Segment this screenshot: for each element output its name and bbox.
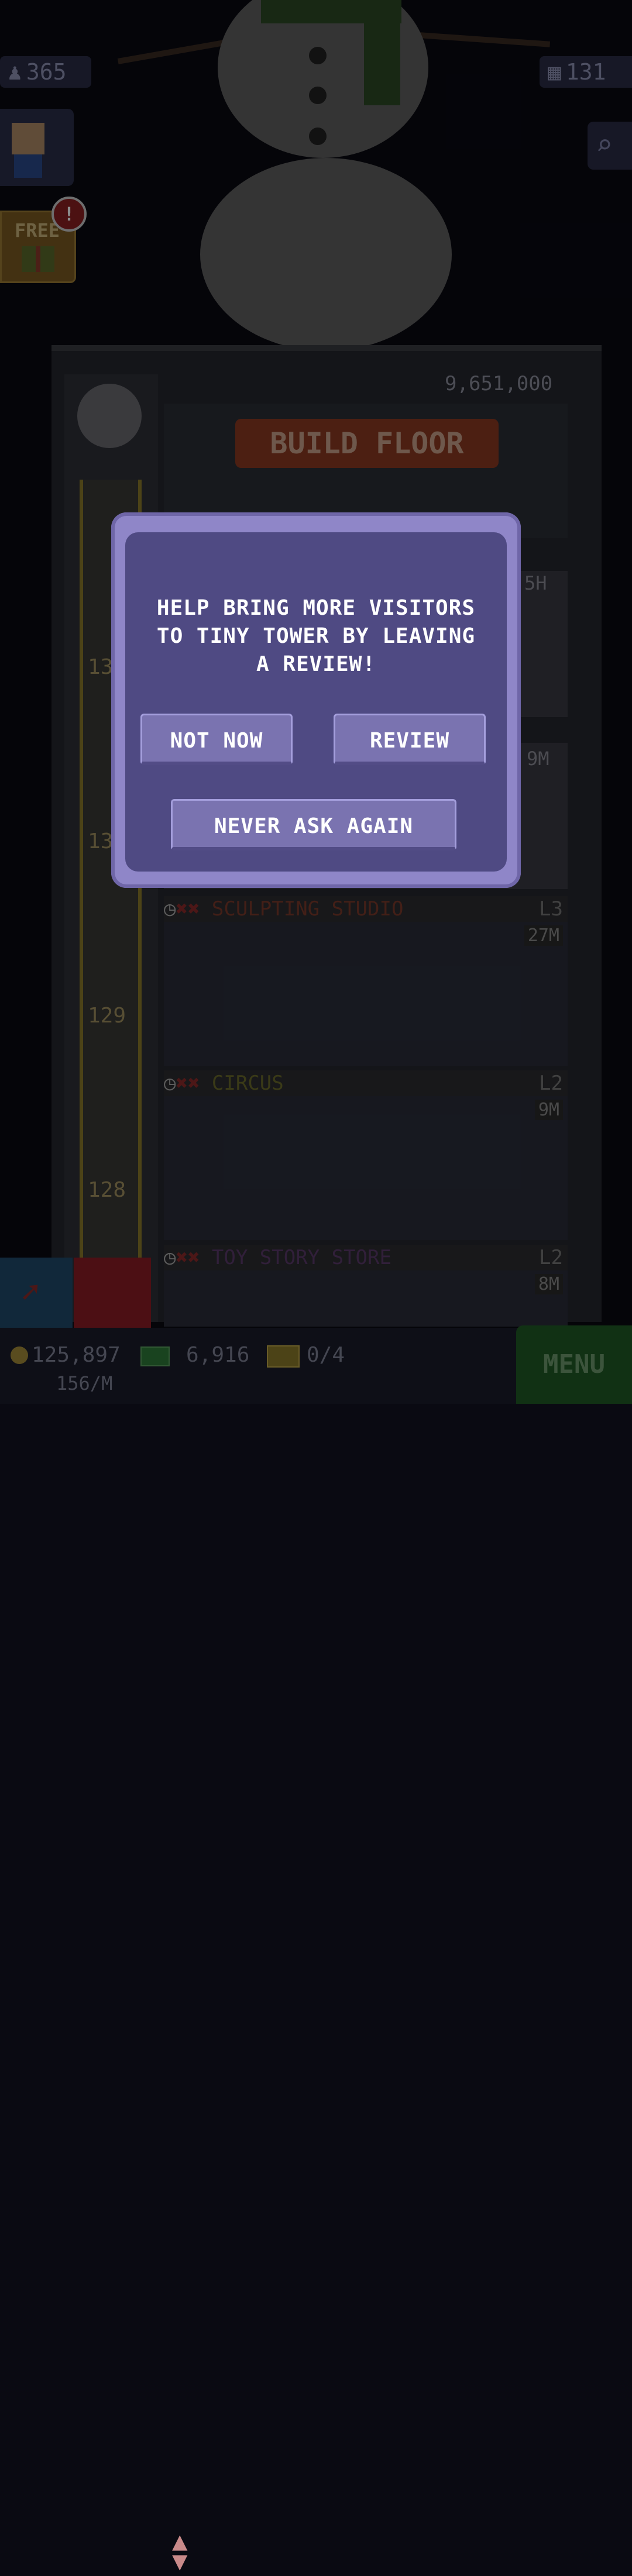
- never-ask-again-button[interactable]: NEVER ASK AGAIN: [171, 799, 456, 850]
- review-dialog-body: HELP BRING MORE VISITORS TO TINY TOWER B…: [125, 532, 507, 872]
- up-down-arrows-icon: ▲ ▼: [172, 2526, 188, 2576]
- review-dialog: HELP BRING MORE VISITORS TO TINY TOWER B…: [111, 512, 521, 888]
- review-button[interactable]: REVIEW: [334, 714, 486, 765]
- not-now-button[interactable]: NOT NOW: [140, 714, 293, 765]
- review-message: HELP BRING MORE VISITORS TO TINY TOWER B…: [156, 596, 476, 676]
